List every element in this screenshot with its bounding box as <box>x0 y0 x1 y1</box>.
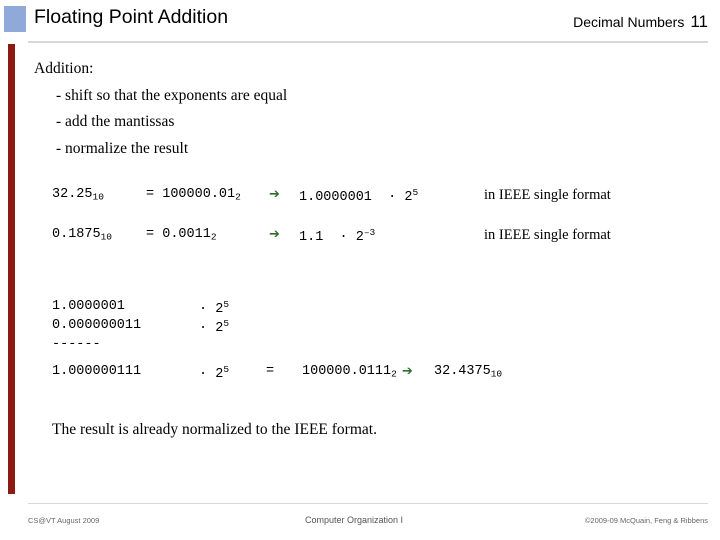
page-number: 11 <box>690 12 708 31</box>
example-row-2: 0.187510 = 0.00112 ➔ 1.1 · 2–3 in IEEE s… <box>34 227 704 249</box>
example2-decimal: 0.187510 <box>52 226 113 242</box>
footer-right-text: ©2009-09 McQuain, Feng & Ribbens <box>584 516 708 525</box>
slide-body: Addition: - shift so that the exponents … <box>34 56 704 439</box>
calc1-operator: · 25 <box>199 298 230 317</box>
header-divider <box>28 41 708 43</box>
example-row-1: 32.2510 = 100000.012 ➔ 1.0000001 · 25 in… <box>34 187 704 209</box>
bullet-add-mantissas: - add the mantissas <box>56 113 175 131</box>
example1-note: in IEEE single format <box>484 186 611 203</box>
slide-footer: CS@VT August 2009 Computer Organization … <box>0 512 720 534</box>
calc3-mantissa: 1.000000111 <box>52 363 142 379</box>
footer-center-text: Computer Organization I <box>305 515 404 525</box>
calc3-arrow-icon: ➔ <box>402 363 413 379</box>
section-name: Decimal Numbers <box>573 14 685 30</box>
calc-line-2: 0.000000011 · 25 <box>34 318 704 337</box>
left-accent-bar <box>8 44 15 494</box>
footer-divider <box>28 503 708 504</box>
example1-binary: = 100000.012 <box>146 186 241 202</box>
example2-normalized: 1.1 · 2–3 <box>299 226 376 245</box>
bullet-normalize-result: - normalize the result <box>56 139 189 157</box>
example1-arrow-icon: ➔ <box>269 186 280 202</box>
footer-left-text: CS@VT August 2009 <box>28 516 100 525</box>
calc-line-3: 1.000000111 · 25 = 100000.01112 ➔ 32.437… <box>34 364 704 383</box>
slide-header: Floating Point Addition Decimal Numbers 1… <box>0 0 720 43</box>
bullet-shift-exponents: - shift so that the exponents are equal <box>56 86 288 104</box>
example1-normalized: 1.0000001 · 25 <box>299 186 419 205</box>
header-accent-square <box>4 6 26 32</box>
calc-line-1: 1.0000001 · 25 <box>34 299 704 318</box>
example2-note: in IEEE single format <box>484 226 611 243</box>
calc-rule-dashes: ------ <box>52 336 101 352</box>
addition-label: Addition: <box>34 60 94 77</box>
calc-rule: ------ <box>34 337 704 356</box>
calc3-equals: = <box>266 363 275 379</box>
calc1-mantissa: 1.0000001 <box>52 298 125 314</box>
calc2-operator: · 25 <box>199 317 230 336</box>
example2-binary: = 0.00112 <box>146 226 217 242</box>
calc2-mantissa: 0.000000011 <box>52 317 142 333</box>
header-section-label: Decimal Numbers 11 <box>573 12 708 32</box>
closing-statement: The result is already normalized to the … <box>52 420 377 438</box>
calc3-decimal: 32.437510 <box>434 363 503 379</box>
calculation-block: 1.0000001 · 25 0.000000011 · 25 ------ 1… <box>34 299 704 383</box>
example2-arrow-icon: ➔ <box>269 226 280 242</box>
calc3-binary: 100000.01112 <box>302 363 397 379</box>
example1-decimal: 32.2510 <box>52 186 104 202</box>
calc3-operator: · 25 <box>199 363 230 382</box>
page-title: Floating Point Addition <box>34 6 229 28</box>
